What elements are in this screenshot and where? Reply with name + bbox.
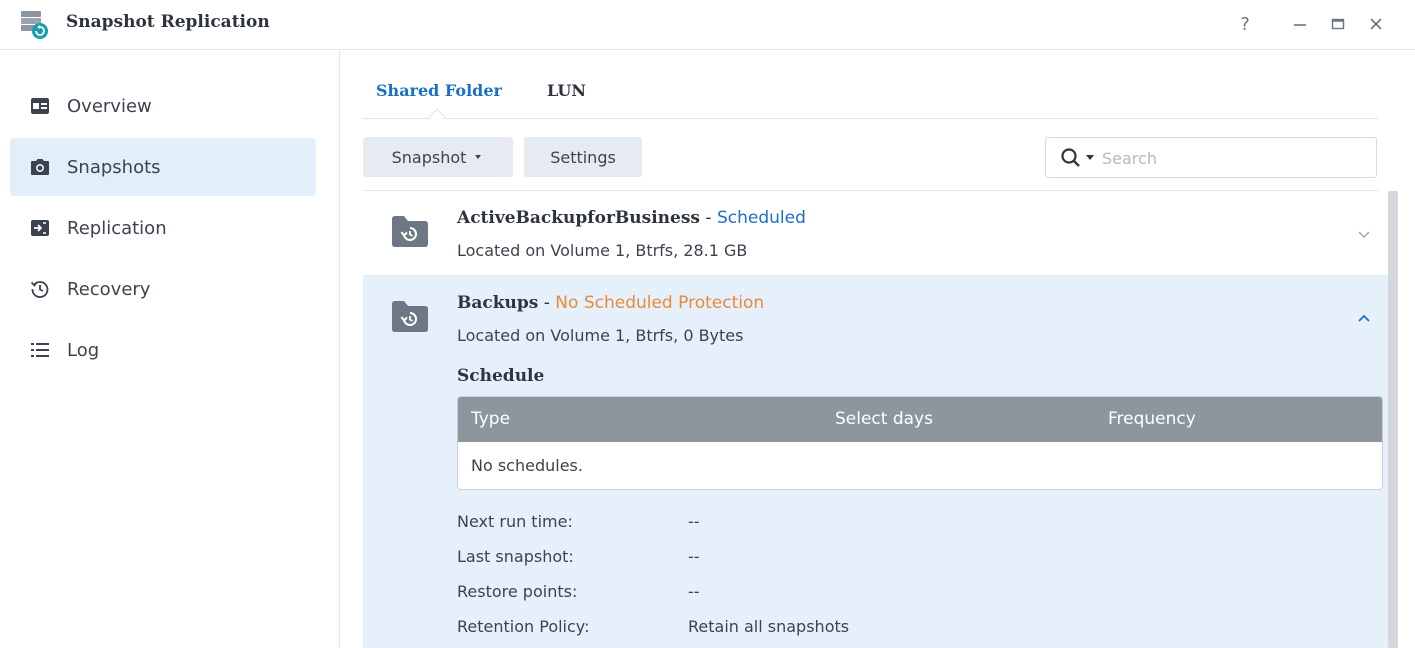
sidebar-item-label: Overview xyxy=(67,95,152,117)
table-header: Type Select days Frequency xyxy=(458,397,1382,442)
search-input[interactable] xyxy=(1102,147,1362,169)
column-select-days[interactable]: Select days xyxy=(835,409,933,429)
sidebar-item-log[interactable]: Log xyxy=(10,321,316,379)
sidebar-item-overview[interactable]: Overview xyxy=(10,77,316,135)
schedule-table: Type Select days Frequency No schedules. xyxy=(457,396,1383,490)
maximize-button[interactable] xyxy=(1326,12,1350,36)
app-database-icon xyxy=(21,11,48,39)
restore-points-value: -- xyxy=(688,582,700,601)
name-separator: - xyxy=(538,293,556,313)
folder-name: Backups xyxy=(457,293,539,313)
sidebar-item-label: Recovery xyxy=(67,278,151,300)
active-tab-indicator xyxy=(428,108,446,126)
settings-button[interactable]: Settings xyxy=(524,137,642,177)
restore-points-label: Restore points: xyxy=(457,582,578,601)
search-box[interactable] xyxy=(1045,137,1377,178)
chevron-up-icon[interactable] xyxy=(1355,310,1373,328)
tab-lun[interactable]: LUN xyxy=(547,81,586,100)
replication-icon xyxy=(30,218,50,238)
list-item-backups[interactable]: Backups - No Scheduled Protection Locate… xyxy=(363,276,1388,648)
close-button[interactable] xyxy=(1364,12,1388,36)
overview-icon xyxy=(30,96,50,116)
list-item-activebackupforbusiness[interactable]: ActiveBackupforBusiness - Scheduled Loca… xyxy=(363,191,1388,276)
sidebar-item-label: Log xyxy=(67,339,100,361)
sidebar-item-snapshots[interactable]: Snapshots xyxy=(10,138,316,196)
maximize-icon xyxy=(1331,18,1345,30)
snapshot-button-label: Snapshot xyxy=(391,147,467,167)
close-icon xyxy=(1370,18,1382,30)
sidebar-item-replication[interactable]: Replication xyxy=(10,199,316,257)
last-snapshot-value: -- xyxy=(688,547,700,566)
sidebar-item-label: Replication xyxy=(67,217,167,239)
search-icon xyxy=(1061,148,1080,167)
main-panel: Shared Folder LUN Snapshot Settings Acti… xyxy=(341,51,1415,648)
folder-status: No Scheduled Protection xyxy=(555,293,765,313)
schedule-title: Schedule xyxy=(457,366,545,386)
column-type[interactable]: Type xyxy=(471,409,510,429)
folder-location: Located on Volume 1, Btrfs, 0 Bytes xyxy=(457,326,744,345)
title-bar: Snapshot Replication ? xyxy=(0,0,1415,50)
retention-policy-value: Retain all snapshots xyxy=(688,617,850,636)
snapshot-dropdown-button[interactable]: Snapshot xyxy=(363,137,513,177)
minimize-button[interactable] xyxy=(1288,12,1312,36)
minimize-icon xyxy=(1294,24,1306,26)
help-button[interactable]: ? xyxy=(1233,12,1257,36)
snapshot-folder-icon xyxy=(392,216,428,247)
app-title: Snapshot Replication xyxy=(66,12,270,32)
next-run-time-value: -- xyxy=(688,512,700,531)
sidebar-item-label: Snapshots xyxy=(67,156,161,178)
tab-bar: Shared Folder LUN xyxy=(363,51,1378,126)
next-run-time-label: Next run time: xyxy=(457,512,573,531)
retention-policy-label: Retention Policy: xyxy=(457,617,590,636)
folder-name: ActiveBackupforBusiness xyxy=(457,208,700,228)
folder-status: Scheduled xyxy=(716,208,806,228)
folder-location: Located on Volume 1, Btrfs, 28.1 GB xyxy=(457,241,748,260)
sidebar: Overview Snapshots Replication Recovery … xyxy=(0,51,340,648)
search-options-chevron-icon[interactable] xyxy=(1086,155,1094,160)
sidebar-item-recovery[interactable]: Recovery xyxy=(10,260,316,318)
last-snapshot-label: Last snapshot: xyxy=(457,547,574,566)
empty-table-message: No schedules. xyxy=(471,456,583,475)
list-icon xyxy=(30,340,50,360)
column-frequency[interactable]: Frequency xyxy=(1108,409,1196,429)
camera-icon xyxy=(30,157,50,177)
folder-name-line: ActiveBackupforBusiness - Scheduled xyxy=(457,208,806,228)
folder-name-line: Backups - No Scheduled Protection xyxy=(457,293,764,313)
name-separator: - xyxy=(700,208,717,228)
chevron-down-icon[interactable] xyxy=(1355,225,1373,243)
scrollbar[interactable] xyxy=(1388,191,1398,648)
snapshot-folder-icon xyxy=(392,301,428,332)
recovery-icon xyxy=(30,279,50,299)
chevron-down-icon xyxy=(475,155,482,159)
tab-shared-folder[interactable]: Shared Folder xyxy=(376,81,502,100)
